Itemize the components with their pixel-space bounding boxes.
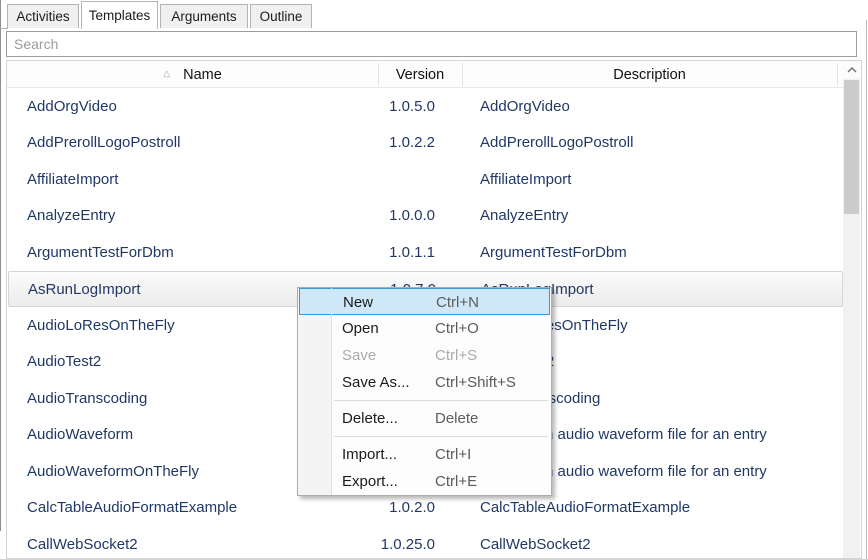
window-left-border [0,0,1,531]
menu-item-shortcut: Ctrl+O [435,315,479,342]
menu-separator [298,396,551,405]
cell-name: CallWebSocket2 [27,526,377,559]
cell-description: AffiliateImport [480,161,840,198]
menu-item-new[interactable]: New Ctrl+N [299,288,550,315]
context-menu-items: New Ctrl+N Open Ctrl+O Save Ctrl+S Save … [298,288,551,495]
tab-templates[interactable]: Templates [81,1,158,29]
table-row[interactable]: AffiliateImport AffiliateImport [8,161,843,198]
menu-item-save-as[interactable]: Save As... Ctrl+Shift+S [298,369,551,396]
cell-version: 1.0.1.1 [379,234,435,271]
context-menu: New Ctrl+N Open Ctrl+O Save Ctrl+S Save … [297,287,552,496]
menu-separator [298,432,551,441]
cell-version: 1.0.2.2 [379,125,435,162]
scrollbar-thumb[interactable] [844,80,859,214]
menu-item-shortcut: Ctrl+Shift+S [435,369,516,396]
cell-description: ArgumentTestForDbm [480,234,840,271]
tab-label: Activities [16,9,69,24]
cell-description: AddPrerollLogoPostroll [480,125,840,162]
menu-item-shortcut: Ctrl+S [435,342,477,369]
cell-version [379,161,435,198]
menu-item-label: Save [342,342,376,369]
menu-item-export[interactable]: Export... Ctrl+E [298,468,551,495]
menu-item-label: Export... [342,468,398,495]
vertical-scrollbar[interactable] [843,61,860,558]
window-right-border [866,20,867,559]
column-header-label: Name [183,67,222,83]
tab-arguments[interactable]: Arguments [160,4,248,28]
menu-item-label: Delete... [342,405,398,432]
chevron-up-icon [847,67,857,73]
menu-item-shortcut: Ctrl+E [435,468,477,495]
tab-activities[interactable]: Activities [7,4,79,28]
cell-description: AddOrgVideo [480,88,840,125]
tab-outline[interactable]: Outline [250,4,312,28]
cell-version: 1.0.0.0 [379,198,435,235]
column-header-name[interactable]: △ Name [7,61,378,88]
sort-ascending-icon: △ [163,69,170,78]
column-separator[interactable] [462,63,463,86]
tab-label: Arguments [171,9,236,24]
column-separator [837,63,838,86]
table-row[interactable]: ArgumentTestForDbm 1.0.1.1 ArgumentTestF… [8,234,843,271]
cell-name: AddOrgVideo [27,88,377,125]
table-row[interactable]: AnalyzeEntry 1.0.0.0 AnalyzeEntry [8,198,843,235]
menu-item-open[interactable]: Open Ctrl+O [298,315,551,342]
column-header-description[interactable]: Description [462,61,837,88]
cell-version: 1.0.25.0 [379,526,435,559]
table-header: △ Name Version Description [7,61,843,88]
context-menu-gutter-line [331,288,332,495]
cell-description: AnalyzeEntry [480,198,840,235]
column-header-label: Version [396,67,444,83]
menu-item-shortcut: Ctrl+I [435,441,471,468]
column-header-label: Description [613,67,686,83]
menu-item-label: Open [342,315,379,342]
cell-name: ArgumentTestForDbm [27,234,377,271]
cell-name: AffiliateImport [27,161,377,198]
cell-version: 1.0.5.0 [379,88,435,125]
tabstrip-border [0,28,8,29]
table-row[interactable]: CallWebSocket2 1.0.25.0 CallWebSocket2 [8,526,843,559]
menu-item-label: Import... [342,441,397,468]
menu-item-shortcut: Delete [435,405,478,432]
menu-item-label: New [343,289,373,316]
cell-name: AnalyzeEntry [27,198,377,235]
table-row[interactable]: AddPrerollLogoPostroll 1.0.2.2 AddPrerol… [8,125,843,162]
tab-label: Outline [260,9,303,24]
menu-item-save: Save Ctrl+S [298,342,551,369]
menu-item-import[interactable]: Import... Ctrl+I [298,441,551,468]
column-header-version[interactable]: Version [378,61,462,88]
cell-name: AddPrerollLogoPostroll [27,125,377,162]
search-input[interactable] [6,31,857,57]
tab-label: Templates [89,8,151,23]
cell-description: CallWebSocket2 [480,526,840,559]
menu-item-delete[interactable]: Delete... Delete [298,405,551,432]
table-row[interactable]: AddOrgVideo 1.0.5.0 AddOrgVideo [8,88,843,125]
scroll-up-button[interactable] [843,61,860,79]
menu-item-shortcut: Ctrl+N [436,289,479,316]
column-separator[interactable] [378,63,379,86]
menu-item-label: Save As... [342,369,410,396]
